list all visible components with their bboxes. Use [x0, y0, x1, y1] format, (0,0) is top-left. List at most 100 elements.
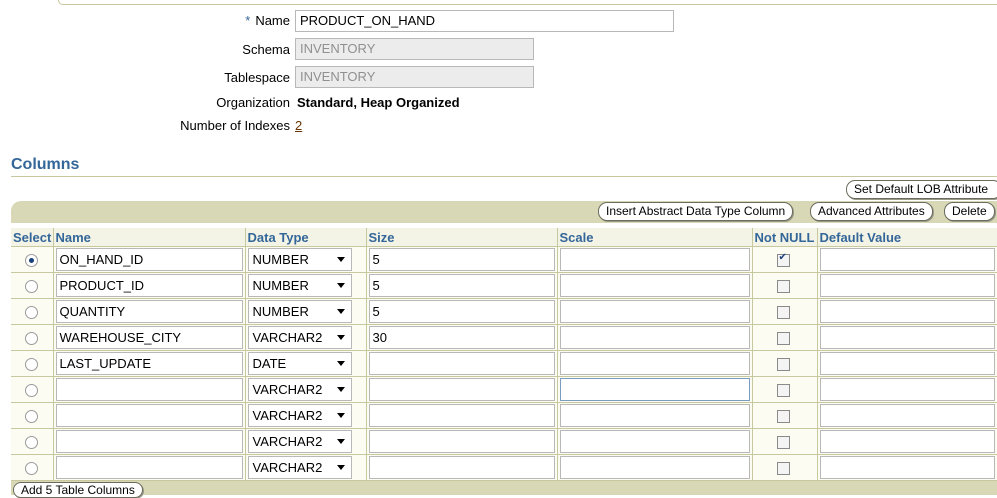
- data-type-select[interactable]: DATE: [247, 352, 352, 375]
- name-cell: ON_HAND_ID: [53, 246, 246, 273]
- column-name-input[interactable]: QUANTITY: [55, 300, 243, 323]
- column-size-input[interactable]: [368, 456, 555, 479]
- column-scale-input[interactable]: [559, 404, 750, 427]
- column-size-input[interactable]: [368, 378, 555, 401]
- size-cell: [366, 402, 558, 429]
- data-type-value: VARCHAR2: [252, 382, 323, 397]
- select-radio[interactable]: [25, 462, 39, 476]
- select-radio[interactable]: [25, 358, 39, 372]
- header-scale: Scale: [557, 228, 753, 247]
- default-value-input[interactable]: [819, 404, 995, 427]
- name-cell: QUANTITY: [53, 298, 246, 325]
- data-type-select[interactable]: VARCHAR2: [247, 404, 352, 427]
- scale-cell: [557, 272, 753, 299]
- not-null-cell: [752, 454, 818, 481]
- table-row: LAST_UPDATE DATE: [11, 350, 997, 377]
- column-name-input[interactable]: [55, 404, 243, 427]
- data-type-value: NUMBER: [252, 304, 309, 319]
- data-type-select[interactable]: VARCHAR2: [247, 326, 352, 349]
- default-value-input[interactable]: [819, 274, 995, 297]
- size-cell: [366, 376, 558, 403]
- default-value-input[interactable]: [819, 352, 995, 375]
- column-scale-input[interactable]: [559, 352, 750, 375]
- select-radio[interactable]: [25, 280, 39, 294]
- scale-cell: [557, 298, 753, 325]
- data-type-select[interactable]: NUMBER: [247, 248, 352, 271]
- not-null-checkbox[interactable]: [776, 252, 790, 268]
- delete-button[interactable]: Delete: [944, 202, 995, 221]
- column-name-input[interactable]: [55, 456, 243, 479]
- default-value-input[interactable]: [819, 456, 995, 479]
- data-type-select[interactable]: NUMBER: [247, 274, 352, 297]
- not-null-checkbox[interactable]: [776, 436, 790, 450]
- default-value-input[interactable]: [819, 248, 995, 271]
- select-radio[interactable]: [25, 254, 39, 268]
- select-radio[interactable]: [25, 332, 39, 346]
- table-row: VARCHAR2: [11, 428, 997, 455]
- data-type-select[interactable]: VARCHAR2: [247, 430, 352, 453]
- name-cell: WAREHOUSE_CITY: [53, 324, 246, 351]
- advanced-attributes-button[interactable]: Advanced Attributes: [810, 202, 933, 221]
- data-type-select[interactable]: VARCHAR2: [247, 378, 352, 401]
- not-null-checkbox[interactable]: [776, 280, 790, 294]
- data-type-value: NUMBER: [252, 252, 309, 267]
- column-size-input[interactable]: [368, 352, 555, 375]
- default-value-input[interactable]: [819, 430, 995, 453]
- column-scale-input[interactable]: [559, 300, 750, 323]
- name-cell: [53, 402, 246, 429]
- not-null-cell: [752, 324, 818, 351]
- column-name-input[interactable]: [55, 430, 243, 453]
- chevron-down-icon: [336, 387, 345, 392]
- default-value-cell: [817, 246, 997, 273]
- not-null-checkbox[interactable]: [776, 306, 790, 320]
- column-name-input[interactable]: [55, 378, 243, 401]
- not-null-checkbox[interactable]: [776, 410, 790, 424]
- add-table-columns-button[interactable]: Add 5 Table Columns: [13, 482, 143, 498]
- column-name-input[interactable]: ON_HAND_ID: [55, 248, 243, 271]
- select-cell: [11, 272, 54, 299]
- data-type-select[interactable]: VARCHAR2: [247, 456, 352, 479]
- select-radio[interactable]: [25, 410, 39, 424]
- default-value-input[interactable]: [819, 326, 995, 349]
- header-default-value: Default Value: [817, 228, 997, 247]
- name-cell: [53, 454, 246, 481]
- set-default-lob-button[interactable]: Set Default LOB Attribute: [846, 180, 997, 199]
- insert-adt-column-button[interactable]: Insert Abstract Data Type Column: [598, 202, 794, 221]
- column-scale-input[interactable]: [559, 430, 750, 453]
- header-select: Select: [11, 228, 54, 247]
- header-data-type: Data Type: [245, 228, 367, 247]
- select-radio[interactable]: [25, 384, 39, 398]
- columns-table: Select Name Data Type Size Scale Not NUL…: [11, 228, 997, 481]
- column-scale-input[interactable]: [559, 378, 750, 401]
- data-type-value: VARCHAR2: [252, 460, 323, 475]
- indexes-label: Number of Indexes: [180, 118, 290, 133]
- not-null-checkbox[interactable]: [776, 358, 790, 372]
- column-scale-input[interactable]: [559, 274, 750, 297]
- not-null-checkbox[interactable]: [776, 462, 790, 476]
- column-size-input[interactable]: 5: [368, 274, 555, 297]
- column-name-input[interactable]: WAREHOUSE_CITY: [55, 326, 243, 349]
- column-size-input[interactable]: 5: [368, 248, 555, 271]
- select-radio[interactable]: [25, 436, 39, 450]
- not-null-checkbox[interactable]: [776, 384, 790, 398]
- column-size-input[interactable]: 5: [368, 300, 555, 323]
- default-value-input[interactable]: [819, 378, 995, 401]
- not-null-checkbox[interactable]: [776, 332, 790, 346]
- column-name-input[interactable]: PRODUCT_ID: [55, 274, 243, 297]
- column-size-input[interactable]: [368, 404, 555, 427]
- not-null-cell: [752, 402, 818, 429]
- data-type-cell: DATE: [245, 350, 367, 377]
- schema-label: Schema: [242, 42, 290, 57]
- chevron-down-icon: [336, 283, 345, 288]
- data-type-select[interactable]: NUMBER: [247, 300, 352, 323]
- select-radio[interactable]: [25, 306, 39, 320]
- name-input[interactable]: PRODUCT_ON_HAND: [295, 10, 674, 32]
- indexes-count-link[interactable]: 2: [295, 118, 302, 133]
- column-size-input[interactable]: 30: [368, 326, 555, 349]
- column-name-input[interactable]: LAST_UPDATE: [55, 352, 243, 375]
- default-value-input[interactable]: [819, 300, 995, 323]
- column-scale-input[interactable]: [559, 248, 750, 271]
- column-scale-input[interactable]: [559, 326, 750, 349]
- column-size-input[interactable]: [368, 430, 555, 453]
- column-scale-input[interactable]: [559, 456, 750, 479]
